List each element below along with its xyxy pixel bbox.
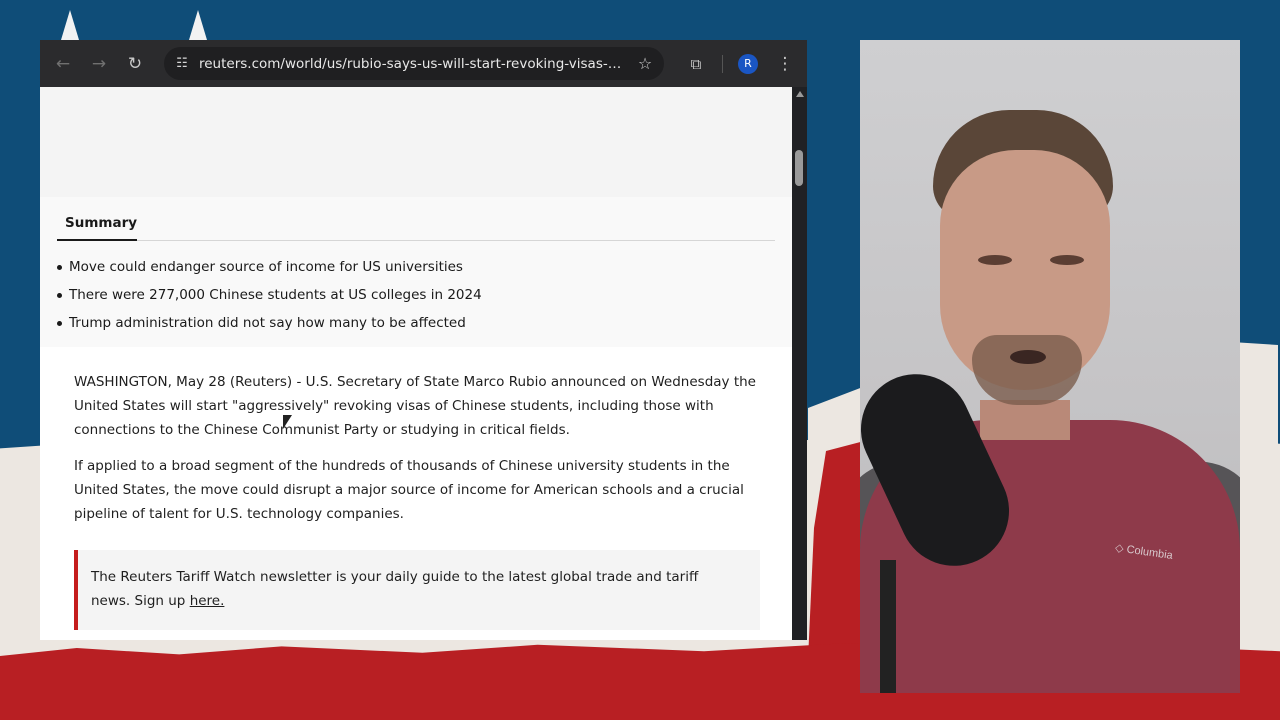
summary-item: Move could endanger source of income for… (57, 253, 482, 281)
bookmark-star-icon[interactable]: ☆ (634, 53, 656, 75)
browser-toolbar: ← → ↻ ☷ reuters.com/world/us/rubio-says-… (40, 40, 807, 87)
microphone-arm (880, 560, 896, 693)
cast-search-button[interactable]: ⧉ (684, 52, 708, 76)
summary-item-text: There were 277,000 Chinese students at U… (69, 287, 482, 303)
bullet-icon (57, 293, 62, 298)
webcam-beard (972, 335, 1082, 405)
webcam-eye (1050, 255, 1084, 265)
arrow-right-icon: → (91, 54, 107, 74)
article-body: WASHINGTON, May 28 (Reuters) - U.S. Secr… (74, 370, 764, 538)
screen-search-icon: ⧉ (690, 55, 702, 73)
profile-avatar[interactable]: R (738, 54, 758, 74)
vertical-scrollbar[interactable] (792, 87, 807, 640)
webcam-neck (980, 400, 1070, 440)
bullet-icon (57, 265, 62, 270)
webcam-mouth (1010, 350, 1046, 364)
summary-list: Move could endanger source of income for… (57, 253, 482, 337)
webcam-eye (978, 255, 1012, 265)
scrollbar-thumb[interactable] (795, 150, 803, 186)
bullet-icon (57, 321, 62, 326)
back-button[interactable]: ← (51, 52, 75, 76)
summary-section: Summary Move could endanger source of in… (40, 197, 792, 347)
newsletter-callout: The Reuters Tariff Watch newsletter is y… (74, 550, 760, 630)
star-decoration-icon (189, 10, 207, 40)
article-paragraph: If applied to a broad segment of the hun… (74, 458, 744, 522)
reload-icon: ↻ (127, 54, 143, 74)
site-settings-icon[interactable]: ☷ (172, 54, 192, 74)
summary-item: There were 277,000 Chinese students at U… (57, 281, 482, 309)
url-text[interactable]: reuters.com/world/us/rubio-says-us-will-… (199, 55, 624, 73)
summary-item-text: Move could endanger source of income for… (69, 259, 463, 275)
newsletter-text-block: The Reuters Tariff Watch newsletter is y… (91, 565, 741, 613)
webcam-overlay: ◇ Columbia (860, 40, 1240, 693)
newsletter-signup-link[interactable]: here. (190, 593, 225, 609)
summary-item: Trump administration did not say how man… (57, 309, 482, 337)
kebab-menu-icon: ⋮ (776, 54, 794, 74)
browser-window: ← → ↻ ☷ reuters.com/world/us/rubio-says-… (40, 40, 807, 640)
summary-tab-underline (57, 239, 137, 241)
star-decoration-icon (61, 10, 79, 40)
summary-item-text: Trump administration did not say how man… (69, 315, 466, 331)
newsletter-text: The Reuters Tariff Watch newsletter is y… (91, 569, 699, 609)
menu-button[interactable]: ⋮ (773, 52, 797, 76)
mouse-cursor-icon (283, 415, 292, 429)
forward-button[interactable]: → (87, 52, 111, 76)
page-viewport: Summary Move could endanger source of in… (40, 87, 792, 640)
reload-button[interactable]: ↻ (123, 52, 147, 76)
article-paragraph: WASHINGTON, May 28 (Reuters) - U.S. Secr… (74, 374, 756, 438)
summary-divider (57, 240, 775, 241)
summary-tab[interactable]: Summary (65, 215, 137, 231)
toolbar-divider (722, 55, 723, 73)
address-bar[interactable]: ☷ reuters.com/world/us/rubio-says-us-wil… (164, 47, 664, 80)
arrow-left-icon: ← (55, 54, 71, 74)
scroll-up-arrow-icon[interactable] (796, 91, 804, 97)
ad-slot (40, 87, 792, 197)
